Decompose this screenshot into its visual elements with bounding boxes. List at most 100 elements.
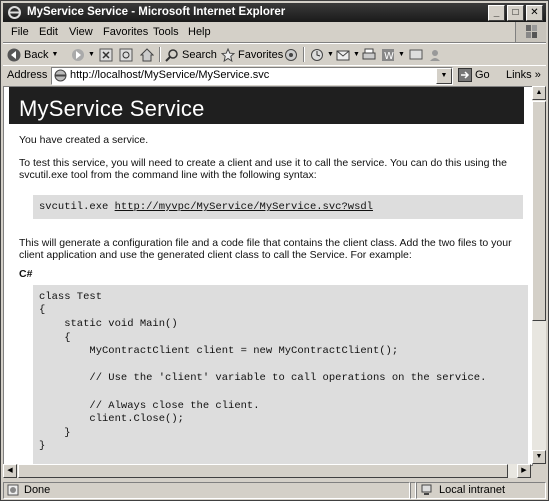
back-arrow-icon [7, 48, 21, 61]
history-button[interactable]: ▼ [310, 46, 334, 63]
windows-flag-icon [526, 25, 537, 38]
standard-toolbar: Back ▼ ▼ Search Favorites ▼ ▼ W ▼ [3, 43, 546, 66]
code-line: client.Close(); [39, 413, 184, 425]
edit-dropdown-icon[interactable]: ▼ [398, 51, 405, 58]
menu-tools[interactable]: Tools [153, 26, 179, 38]
code-line: { [39, 332, 71, 344]
command-line: svcutil.exe http://myvpc/MyService/MySer… [39, 201, 373, 213]
page-heading: MyService Service [19, 96, 205, 121]
discuss-button[interactable] [409, 46, 423, 63]
media-icon [285, 48, 297, 61]
menu-file[interactable]: File [11, 26, 29, 38]
status-text: Done [24, 484, 51, 496]
maximize-button[interactable]: □ [507, 5, 524, 21]
security-zone: Local intranet [416, 482, 546, 499]
vertical-scroll-thumb[interactable] [532, 101, 546, 321]
menu-view[interactable]: View [69, 26, 93, 38]
address-input[interactable]: http://localhost/MyService/MyService.svc… [51, 67, 453, 85]
toolbar-separator [159, 47, 161, 62]
page-done-icon [7, 484, 19, 496]
back-label: Back [24, 48, 49, 61]
windows-logo [515, 22, 546, 42]
back-button[interactable]: Back ▼ [7, 46, 58, 63]
print-button[interactable] [362, 46, 376, 63]
favorites-label: Favorites [238, 48, 284, 61]
command-prefix: svcutil.exe [39, 201, 115, 213]
language-label: C# [19, 268, 33, 280]
command-box: svcutil.exe http://myvpc/MyService/MySer… [33, 195, 523, 219]
address-bar: Address http://localhost/MyService/MySer… [3, 65, 546, 86]
browser-window: MyService Service - Microsoft Internet E… [0, 0, 549, 501]
menu-favorites[interactable]: Favorites [103, 26, 148, 38]
code-sample-box: class Test { static void Main() { MyCont… [33, 285, 528, 465]
messenger-icon [430, 49, 440, 61]
horizontal-scrollbar[interactable]: ◀ ▶ [3, 464, 531, 478]
back-dropdown-icon[interactable]: ▼ [51, 51, 58, 58]
ie-logo-icon [8, 6, 21, 19]
history-icon [311, 48, 323, 61]
intro-text: You have created a service. [19, 134, 149, 146]
intranet-icon [421, 484, 432, 495]
mail-button[interactable]: ▼ [336, 46, 360, 63]
wsdl-link[interactable]: http://myvpc/MyService/MyService.svc?wsd… [115, 201, 373, 213]
go-label: Go [475, 69, 490, 81]
svg-text:W: W [384, 51, 394, 62]
title-bar: MyService Service - Microsoft Internet E… [3, 3, 546, 22]
home-button[interactable] [140, 46, 154, 63]
mail-icon [336, 50, 350, 60]
toolbar-separator [303, 47, 305, 62]
links-button[interactable]: Links » [506, 69, 541, 81]
stop-button[interactable] [99, 46, 113, 63]
menu-edit[interactable]: Edit [39, 26, 58, 38]
page-banner: MyService Service [9, 87, 524, 124]
menu-bar: File Edit View Favorites Tools Help [3, 23, 546, 43]
scroll-left-icon[interactable]: ◀ [3, 464, 17, 478]
code-line: static void Main() [39, 318, 178, 330]
messenger-button[interactable] [428, 46, 442, 63]
search-label: Search [182, 48, 217, 61]
forward-arrow-icon [72, 48, 84, 61]
scroll-up-icon[interactable]: ▲ [532, 86, 546, 100]
refresh-icon [119, 48, 133, 61]
scroll-down-icon[interactable]: ▼ [532, 450, 546, 464]
star-icon [221, 47, 235, 62]
word-icon: W [382, 48, 394, 62]
refresh-button[interactable] [119, 46, 133, 63]
address-url: http://localhost/MyService/MyService.svc [70, 69, 270, 81]
links-label: Links [506, 69, 532, 81]
media-button[interactable] [284, 46, 298, 63]
close-button[interactable]: ✕ [526, 5, 543, 21]
discuss-icon [409, 49, 423, 59]
links-chevron-icon: » [534, 69, 541, 81]
home-icon [140, 47, 154, 61]
minimize-button[interactable]: _ [488, 5, 505, 21]
scroll-right-icon[interactable]: ▶ [517, 464, 531, 478]
page-content: MyService Service You have created a ser… [3, 86, 533, 466]
address-dropdown-icon[interactable]: ▼ [436, 68, 452, 84]
print-icon [362, 48, 376, 59]
code-line: } [39, 427, 71, 439]
search-button[interactable]: Search [165, 46, 217, 63]
code-line: // Always close the client. [39, 400, 260, 412]
code-line: // Use the 'client' variable to call ope… [39, 372, 487, 384]
vertical-scrollbar[interactable]: ▲ ▼ [532, 86, 546, 464]
code-line: } [39, 440, 46, 452]
code-line: { [39, 304, 46, 316]
edit-word-button[interactable]: W ▼ [381, 46, 405, 63]
generate-text: This will generate a configuration file … [19, 237, 512, 261]
menu-help[interactable]: Help [188, 26, 211, 38]
history-dropdown-icon[interactable]: ▼ [327, 51, 334, 58]
code-line: MyContractClient client = new MyContract… [39, 345, 399, 357]
search-icon [165, 48, 178, 62]
favorites-button[interactable]: Favorites [221, 46, 283, 63]
mail-dropdown-icon[interactable]: ▼ [353, 51, 360, 58]
go-button[interactable]: Go [458, 68, 490, 82]
window-title: MyService Service - Microsoft Internet E… [27, 6, 286, 18]
forward-button[interactable]: ▼ [71, 46, 95, 63]
stop-icon [99, 48, 113, 61]
forward-dropdown-icon[interactable]: ▼ [88, 51, 95, 58]
address-label: Address [7, 69, 48, 81]
go-arrow-icon [458, 68, 472, 82]
horizontal-scroll-thumb[interactable] [18, 464, 508, 478]
status-bar: Done Local intranet [3, 481, 546, 499]
